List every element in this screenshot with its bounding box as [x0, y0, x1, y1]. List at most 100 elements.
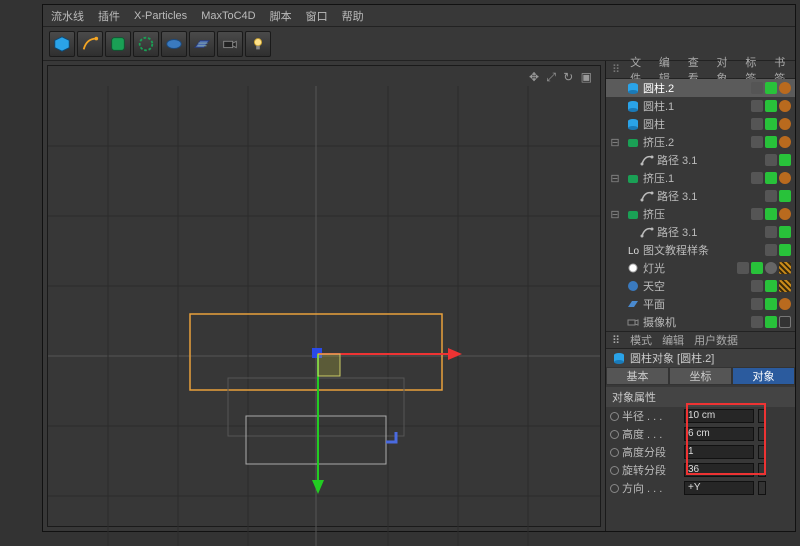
- object-tags[interactable]: [751, 172, 795, 184]
- tag-chk[interactable]: [779, 190, 791, 202]
- object-row[interactable]: 路径 3.1: [606, 223, 795, 241]
- light-button[interactable]: [245, 31, 271, 57]
- spinner-icon[interactable]: [758, 463, 766, 477]
- tag-chk[interactable]: [765, 118, 777, 130]
- primitive-cube-button[interactable]: [49, 31, 75, 57]
- radio-icon[interactable]: [610, 430, 619, 439]
- attr-field[interactable]: 10 cm: [684, 409, 754, 423]
- spinner-icon[interactable]: [758, 409, 766, 423]
- object-tags[interactable]: [765, 190, 795, 202]
- menu-item[interactable]: 流水线: [51, 8, 84, 24]
- object-row[interactable]: ⊟挤压.2: [606, 133, 795, 151]
- tag-chk[interactable]: [779, 154, 791, 166]
- tag-chk[interactable]: [765, 298, 777, 310]
- panel-grip-icon[interactable]: ⠿: [612, 63, 620, 76]
- tag-dotg[interactable]: [765, 262, 777, 274]
- menu-item[interactable]: MaxToC4D: [201, 10, 255, 22]
- expander-icon[interactable]: ⊟: [610, 208, 620, 221]
- viewport[interactable]: ✥ ⤢ ↻ ▣: [47, 65, 601, 527]
- object-tags[interactable]: [751, 316, 795, 328]
- object-row[interactable]: ⊟挤压: [606, 205, 795, 223]
- floor-button[interactable]: [189, 31, 215, 57]
- object-tags[interactable]: [751, 100, 795, 112]
- tag-chk[interactable]: [765, 136, 777, 148]
- radio-icon[interactable]: [610, 466, 619, 475]
- tag-dot[interactable]: [779, 118, 791, 130]
- tag-grey[interactable]: [751, 136, 763, 148]
- menu-item[interactable]: 脚本: [270, 8, 292, 24]
- object-row[interactable]: 圆柱: [606, 115, 795, 133]
- expander-icon[interactable]: ⊟: [610, 136, 620, 149]
- object-tags[interactable]: [765, 226, 795, 238]
- tag-grey[interactable]: [751, 208, 763, 220]
- deformer-button[interactable]: [133, 31, 159, 57]
- menu-item[interactable]: X-Particles: [134, 10, 187, 22]
- object-tags[interactable]: [737, 262, 795, 274]
- tag-dot[interactable]: [779, 208, 791, 220]
- object-row[interactable]: 路径 3.1: [606, 187, 795, 205]
- spinner-icon[interactable]: [758, 481, 766, 495]
- tag-grey[interactable]: [765, 190, 777, 202]
- tag-chk[interactable]: [765, 208, 777, 220]
- tag-grey[interactable]: [751, 298, 763, 310]
- spinner-icon[interactable]: [758, 445, 766, 459]
- tag-dot[interactable]: [779, 100, 791, 112]
- attr-field[interactable]: +Y: [684, 481, 754, 495]
- object-row[interactable]: 摄像机: [606, 313, 795, 331]
- object-tags[interactable]: [751, 82, 795, 94]
- tag-grey[interactable]: [751, 100, 763, 112]
- attr-tab[interactable]: 编辑: [662, 332, 684, 348]
- object-row[interactable]: 平面: [606, 295, 795, 313]
- tag-chk[interactable]: [765, 316, 777, 328]
- object-row[interactable]: 路径 3.1: [606, 151, 795, 169]
- expander-icon[interactable]: ⊟: [610, 172, 620, 185]
- object-row[interactable]: 圆柱.1: [606, 97, 795, 115]
- radio-icon[interactable]: [610, 448, 619, 457]
- tag-grey[interactable]: [751, 172, 763, 184]
- object-manager[interactable]: 圆柱.2圆柱.1圆柱⊟挤压.2路径 3.1⊟挤压.1路径 3.1⊟挤压路径 3.…: [606, 79, 795, 331]
- tag-no[interactable]: [779, 316, 791, 328]
- tag-grey[interactable]: [765, 226, 777, 238]
- tag-grey[interactable]: [751, 316, 763, 328]
- tag-striped[interactable]: [779, 262, 791, 274]
- radio-icon[interactable]: [610, 412, 619, 421]
- spline-pen-button[interactable]: [77, 31, 103, 57]
- tag-striped[interactable]: [779, 280, 791, 292]
- tag-chk[interactable]: [765, 100, 777, 112]
- attr-field[interactable]: 36: [684, 463, 754, 477]
- tag-chk[interactable]: [765, 172, 777, 184]
- subtab-basic[interactable]: 基本: [606, 367, 669, 385]
- tag-chk[interactable]: [779, 244, 791, 256]
- camera-button[interactable]: [217, 31, 243, 57]
- object-tags[interactable]: [751, 136, 795, 148]
- object-row[interactable]: 圆柱.2: [606, 79, 795, 97]
- object-tags[interactable]: [765, 154, 795, 166]
- object-tags[interactable]: [751, 208, 795, 220]
- object-row[interactable]: 天空: [606, 277, 795, 295]
- tag-grey[interactable]: [751, 82, 763, 94]
- tag-dot[interactable]: [779, 136, 791, 148]
- object-tags[interactable]: [751, 118, 795, 130]
- object-row[interactable]: Lo图文教程样条: [606, 241, 795, 259]
- tag-dot[interactable]: [779, 298, 791, 310]
- attr-tab[interactable]: 模式: [630, 332, 652, 348]
- radio-icon[interactable]: [610, 484, 619, 493]
- menu-item[interactable]: 窗口: [306, 8, 328, 24]
- attr-field[interactable]: 1: [684, 445, 754, 459]
- subtab-coord[interactable]: 坐标: [669, 367, 732, 385]
- object-tags[interactable]: [751, 280, 795, 292]
- spinner-icon[interactable]: [758, 427, 766, 441]
- tag-grey[interactable]: [765, 244, 777, 256]
- object-row[interactable]: 灯光: [606, 259, 795, 277]
- object-tags[interactable]: [751, 298, 795, 310]
- tag-grey[interactable]: [737, 262, 749, 274]
- environment-button[interactable]: [161, 31, 187, 57]
- menu-item[interactable]: 插件: [98, 8, 120, 24]
- menu-item[interactable]: 帮助: [342, 8, 364, 24]
- panel-grip-icon[interactable]: ⠿: [612, 334, 620, 347]
- tag-chk[interactable]: [779, 226, 791, 238]
- tag-chk[interactable]: [751, 262, 763, 274]
- tag-dot[interactable]: [779, 82, 791, 94]
- tag-grey[interactable]: [751, 280, 763, 292]
- tag-grey[interactable]: [765, 154, 777, 166]
